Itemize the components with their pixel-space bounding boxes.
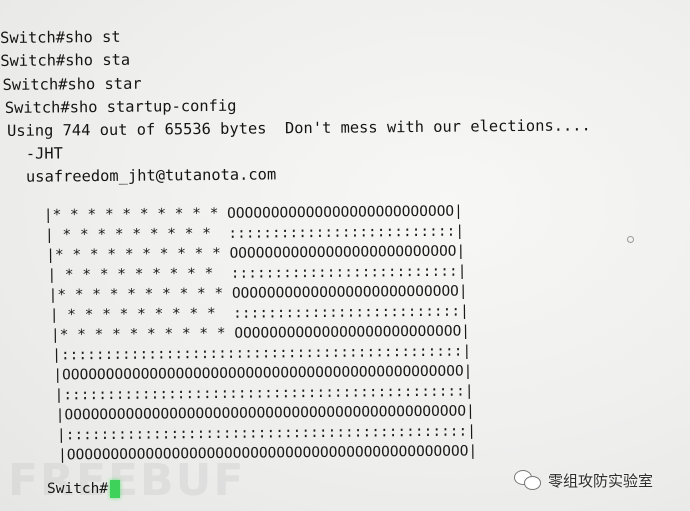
flag-row: |:::::::::::::::::::::::::::::::::::::::… xyxy=(56,423,477,444)
flag-row: |* * * * * * * * * * OOOOOOOOOOOOOOOOOOO… xyxy=(48,283,468,304)
flag-row: |* * * * * * * * * * OOOOOOOOOOOOOOOOOOO… xyxy=(50,323,471,344)
watermark-lab-name: 零组攻防实验室 xyxy=(548,471,654,490)
flag-row: |OOOOOOOOOOOOOOOOOOOOOOOOOOOOOOOOOOOOOOO… xyxy=(53,363,473,384)
watermark-freebuf: FREEBUF xyxy=(8,455,246,506)
flag-row: |:::::::::::::::::::::::::::::::::::::::… xyxy=(52,343,472,364)
terminal-cursor[interactable] xyxy=(110,480,121,498)
terminal-line: Switch#sho st xyxy=(0,27,121,47)
flag-row: |OOOOOOOOOOOOOOOOOOOOOOOOOOOOOOOOOOOOOOO… xyxy=(55,403,475,424)
flag-row: |* * * * * * * * * * OOOOOOOOOOOOOOOOOOO… xyxy=(46,243,466,264)
terminal-line: Using 744 out of 65536 bytes Don't mess … xyxy=(6,116,591,140)
email-line: usafreedom_jht@tutanota.com xyxy=(7,165,277,186)
watermark-wechat: 零组攻防实验室 xyxy=(514,467,653,493)
terminal-line: Switch#sho star xyxy=(2,74,142,94)
flag-row: | * * * * * * * * * ::::::::::::::::::::… xyxy=(49,303,469,324)
terminal-output: Switch#sho st Switch#sho sta Switch#sho … xyxy=(0,18,690,464)
flag-row: |:::::::::::::::::::::::::::::::::::::::… xyxy=(54,383,474,404)
terminal-screen[interactable]: Switch#sho st Switch#sho sta Switch#sho … xyxy=(0,0,690,511)
signature-line: -JHT xyxy=(7,144,63,163)
flag-row: | * * * * * * * * * ::::::::::::::::::::… xyxy=(44,223,465,244)
screen-reflection-dot xyxy=(627,236,634,243)
terminal-line: Switch#sho sta xyxy=(0,50,131,70)
prompt-text: Switch# xyxy=(47,481,109,497)
terminal-line: Switch#sho startup-config xyxy=(4,96,237,117)
command-prompt[interactable]: Switch# xyxy=(47,478,121,500)
wechat-icon xyxy=(514,469,542,491)
flag-row: |* * * * * * * * * * OOOOOOOOOOOOOOOOOOO… xyxy=(43,203,463,224)
flag-row: | * * * * * * * * * ::::::::::::::::::::… xyxy=(47,263,467,284)
